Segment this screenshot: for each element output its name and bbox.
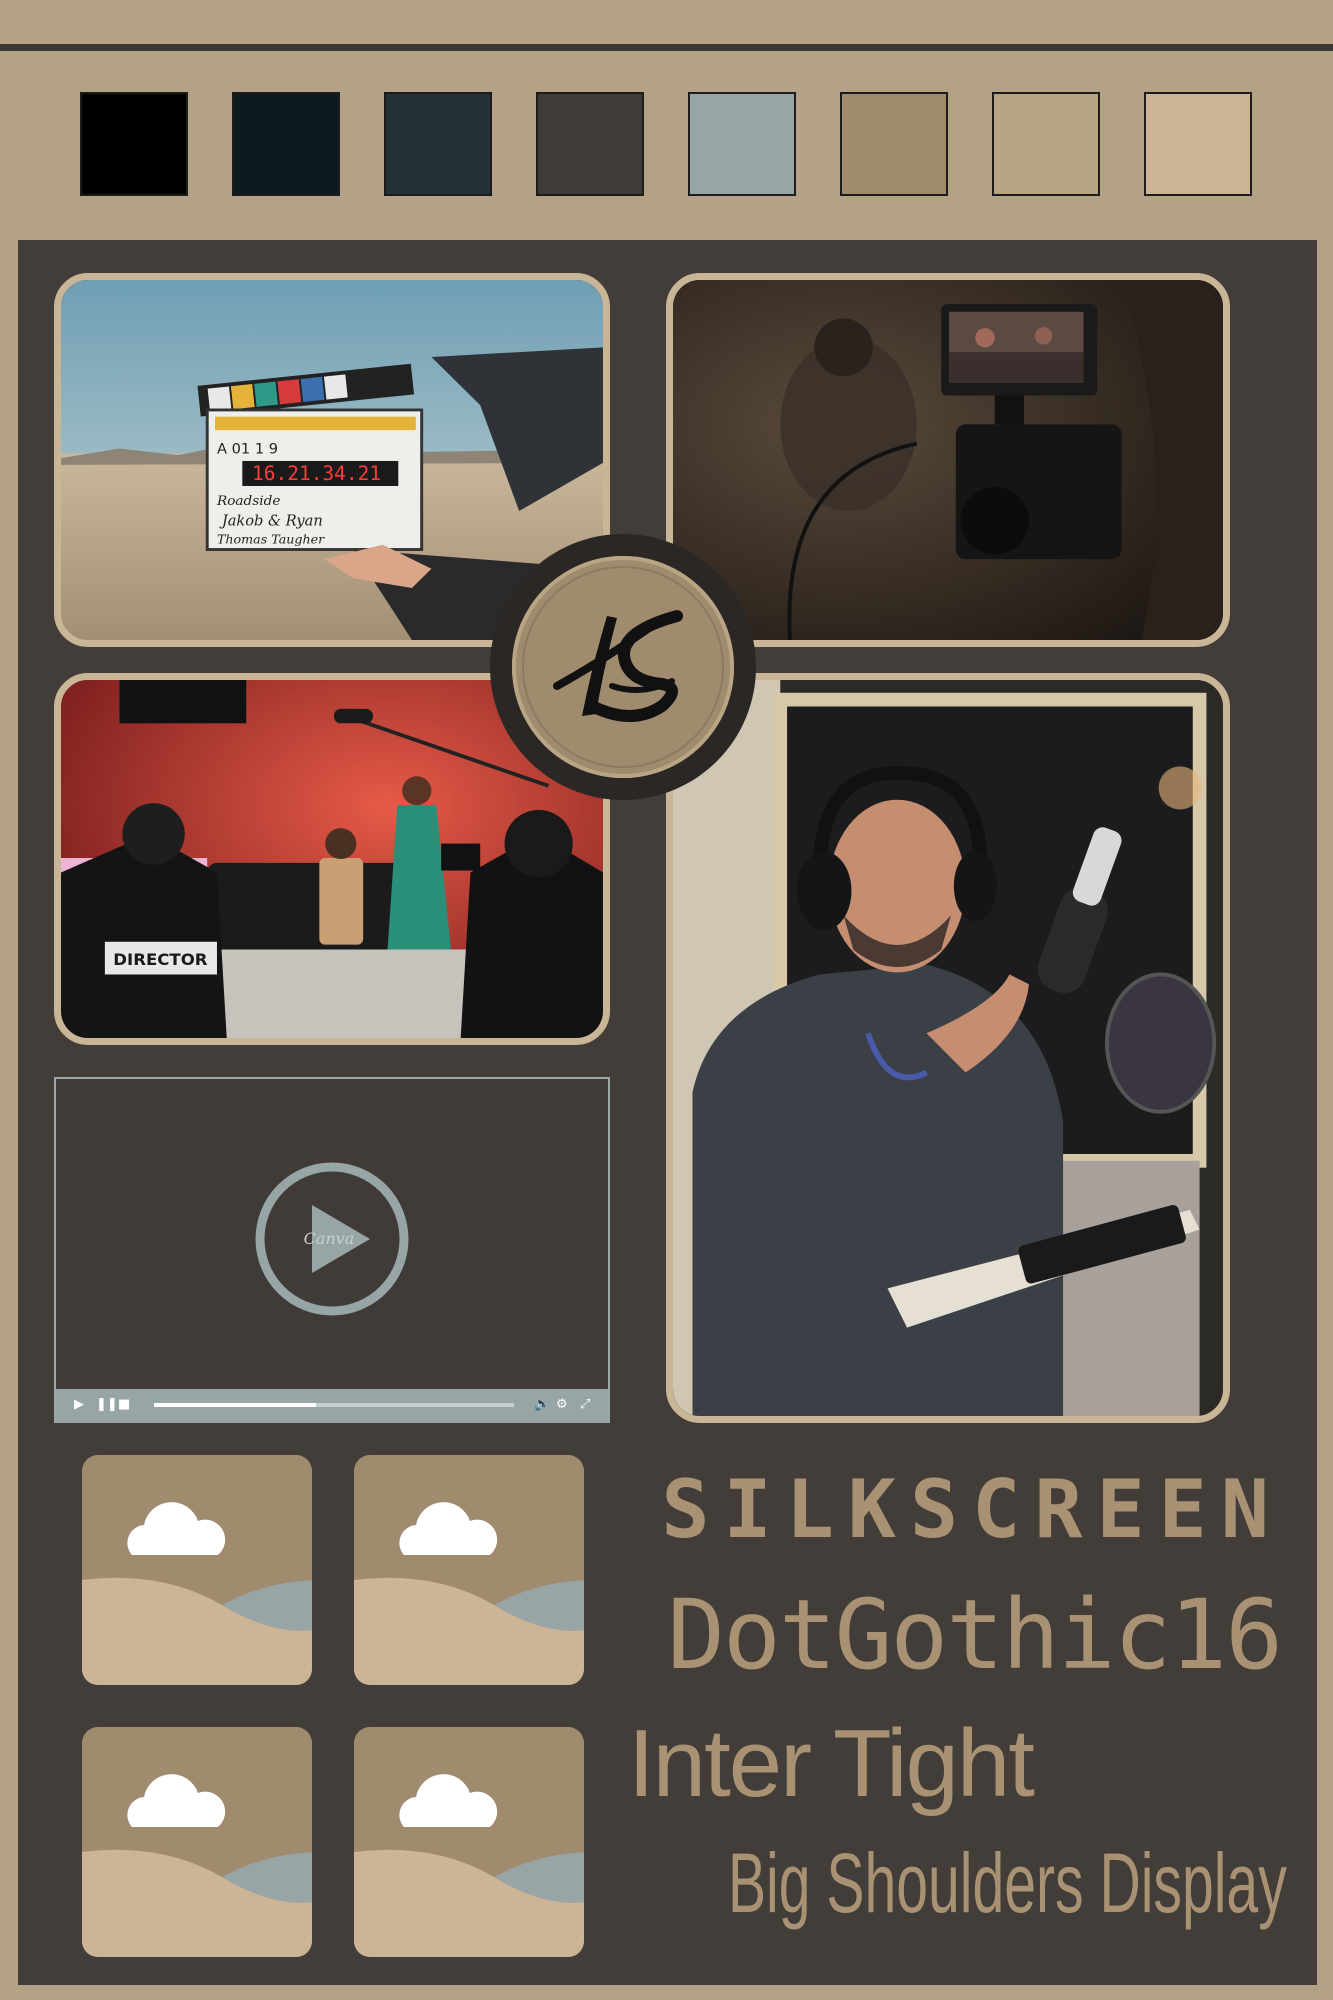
ks-monogram-icon: [553, 610, 683, 722]
fullscreen-icon[interactable]: ⤢: [580, 1389, 590, 1421]
color-palette: [0, 92, 1333, 200]
swatch-6: [840, 92, 948, 196]
director-chair-label: DIRECTOR: [113, 950, 208, 969]
swatch-3: [384, 92, 492, 196]
brand-logo-badge: [490, 534, 756, 800]
swatch-4: [536, 92, 644, 196]
pause-icon[interactable]: ❚❚: [96, 1389, 118, 1421]
font-sample-silkscreen: SILKSCREEN: [661, 1463, 1283, 1556]
player-control-bar: ▶ ❚❚ ■ 🔈 ⚙ ⤢: [56, 1389, 608, 1421]
image-placeholder-4: [354, 1727, 584, 1957]
settings-icon[interactable]: ⚙: [556, 1389, 568, 1421]
image-placeholder-2: [354, 1455, 584, 1685]
svg-text:A 01 1 9: A 01 1 9: [217, 441, 278, 457]
volume-icon[interactable]: 🔈: [534, 1389, 550, 1421]
image-placeholder-icon: [354, 1727, 584, 1957]
canva-watermark: Canva: [303, 1229, 355, 1248]
image-placeholder-icon: [82, 1727, 312, 1957]
svg-text:Roadside: Roadside: [216, 493, 280, 509]
swatch-2: [232, 92, 340, 196]
image-placeholder-icon: [354, 1455, 584, 1685]
voiceover-recording-photo: [666, 673, 1230, 1423]
image-placeholder-1: [82, 1455, 312, 1685]
svg-text:16.21.34.21: 16.21.34.21: [252, 462, 381, 485]
svg-text:Thomas Taugher: Thomas Taugher: [217, 532, 325, 547]
swatch-1: [80, 92, 188, 196]
video-player[interactable]: Canva ▶ ❚❚ ■ 🔈 ⚙ ⤢: [54, 1077, 610, 1423]
stop-icon[interactable]: ■: [118, 1389, 130, 1421]
swatch-5: [688, 92, 796, 196]
progress-track[interactable]: [154, 1403, 514, 1407]
swatch-8: [1144, 92, 1252, 196]
camera-monitor-photo: [666, 273, 1230, 647]
font-sample-inter-tight: Inter Tight: [628, 1710, 1035, 1817]
swatch-7: [992, 92, 1100, 196]
svg-text:Jakob & Ryan: Jakob & Ryan: [219, 514, 323, 530]
image-placeholder-icon: [82, 1455, 312, 1685]
font-sample-big-shoulders: Big Shoulders Display: [728, 1836, 1287, 1930]
progress-fill: [154, 1403, 316, 1407]
play-icon[interactable]: ▶: [74, 1389, 84, 1421]
font-sample-dotgothic: DotGothic16: [667, 1579, 1283, 1691]
image-placeholder-3: [82, 1727, 312, 1957]
top-divider: [0, 44, 1333, 51]
